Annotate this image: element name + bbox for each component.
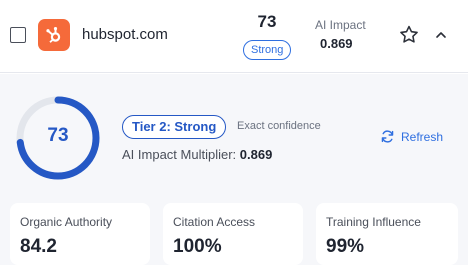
metric-value: 84.2 [20,236,57,257]
multiplier-value: 0.869 [239,147,273,162]
ring-score-value: 73 [47,125,69,146]
metric-value: 100% [173,236,222,257]
refresh-button[interactable]: Refresh [380,129,443,144]
domain-name[interactable]: hubspot.com [82,26,168,43]
refresh-icon [381,130,394,143]
metric-value: 99% [326,236,365,257]
chevron-up-icon[interactable] [434,28,448,42]
multiplier-label: AI Impact Multiplier: [122,147,237,162]
ai-impact-multiplier: AI Impact Multiplier: 0.869 [122,147,272,162]
score-value: 73 [257,12,277,31]
refresh-label: Refresh [401,129,444,144]
tier-badge: Tier 2: Strong [122,115,227,139]
result-row-header[interactable]: hubspot.com 73 Strong AI Impact 0.869 [0,0,468,73]
metric-label: Citation Access [173,215,256,229]
hubspot-logo-icon [38,19,70,51]
confidence-label: Exact confidence [237,120,321,132]
metric-card-organic-authority: Organic Authority 84.2 [10,203,150,265]
metric-card-citation-access: Citation Access 100% [163,203,303,265]
metric-label: Organic Authority [20,215,113,229]
metric-label: Training Influence [326,215,421,229]
ai-impact-value: 0.869 [320,36,353,51]
ai-impact-label: AI Impact [315,18,366,32]
star-icon[interactable] [398,24,420,46]
strength-badge: Strong [243,40,292,60]
metric-card-training-influence: Training Influence 99% [316,203,458,265]
row-checkbox[interactable] [10,27,26,43]
